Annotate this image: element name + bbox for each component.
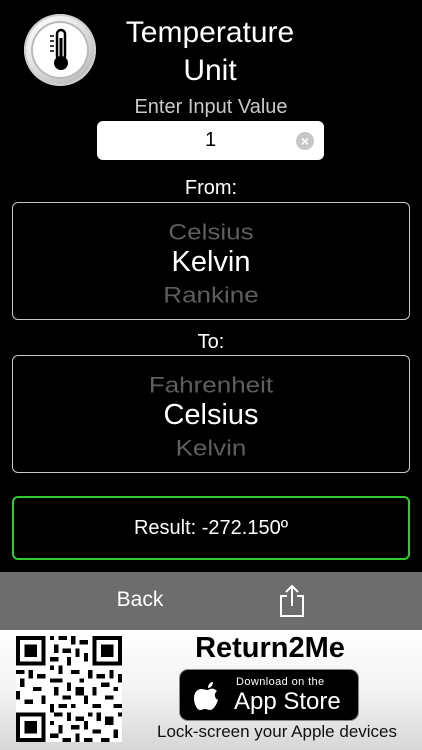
- input-field-container: ×: [97, 121, 324, 160]
- thermometer-glyph: [50, 28, 68, 70]
- to-unit-picker[interactable]: Fahrenheit Celsius Kelvin: [12, 355, 410, 473]
- title-line-1: Temperature: [125, 16, 295, 49]
- ad-tagline: Lock-screen your Apple devices: [156, 722, 398, 741]
- to-option-next[interactable]: Kelvin: [13, 435, 409, 461]
- title-line-2: Unit: [183, 54, 237, 87]
- store-badge-big-text: App Store: [234, 688, 341, 715]
- input-label: Enter Input Value: [134, 96, 288, 118]
- app-store-badge[interactable]: Download on the App Store: [180, 670, 358, 720]
- thermometer-icon: [24, 14, 96, 86]
- from-label: From:: [184, 177, 238, 199]
- clear-circle-icon[interactable]: ×: [296, 132, 314, 150]
- ad-brand-name[interactable]: Return2Me: [140, 632, 400, 665]
- to-option-selected[interactable]: Celsius: [13, 399, 409, 432]
- from-option-next[interactable]: Rankine: [13, 282, 409, 308]
- bottom-toolbar: Back: [0, 572, 422, 630]
- result-display: Result: -272.150º: [12, 496, 410, 560]
- from-option-selected[interactable]: Kelvin: [13, 246, 409, 279]
- from-option-prev[interactable]: Celsius: [13, 219, 409, 245]
- store-badge-small-text: Download on the: [236, 676, 325, 688]
- to-label: To:: [197, 331, 225, 353]
- share-icon[interactable]: [277, 584, 307, 618]
- back-button[interactable]: Back: [98, 588, 182, 612]
- app-screen: Temperature Unit Enter Input Value × Fro…: [0, 0, 422, 750]
- apple-logo-icon: [194, 682, 218, 710]
- input-value-field[interactable]: [97, 121, 324, 160]
- from-unit-picker[interactable]: Celsius Kelvin Rankine: [12, 202, 410, 320]
- page-title: Temperature Unit: [98, 14, 322, 90]
- to-option-prev[interactable]: Fahrenheit: [13, 372, 409, 398]
- qr-code-image: [16, 636, 122, 742]
- ad-banner[interactable]: Return2Me Download on the App Store Lock…: [0, 630, 422, 750]
